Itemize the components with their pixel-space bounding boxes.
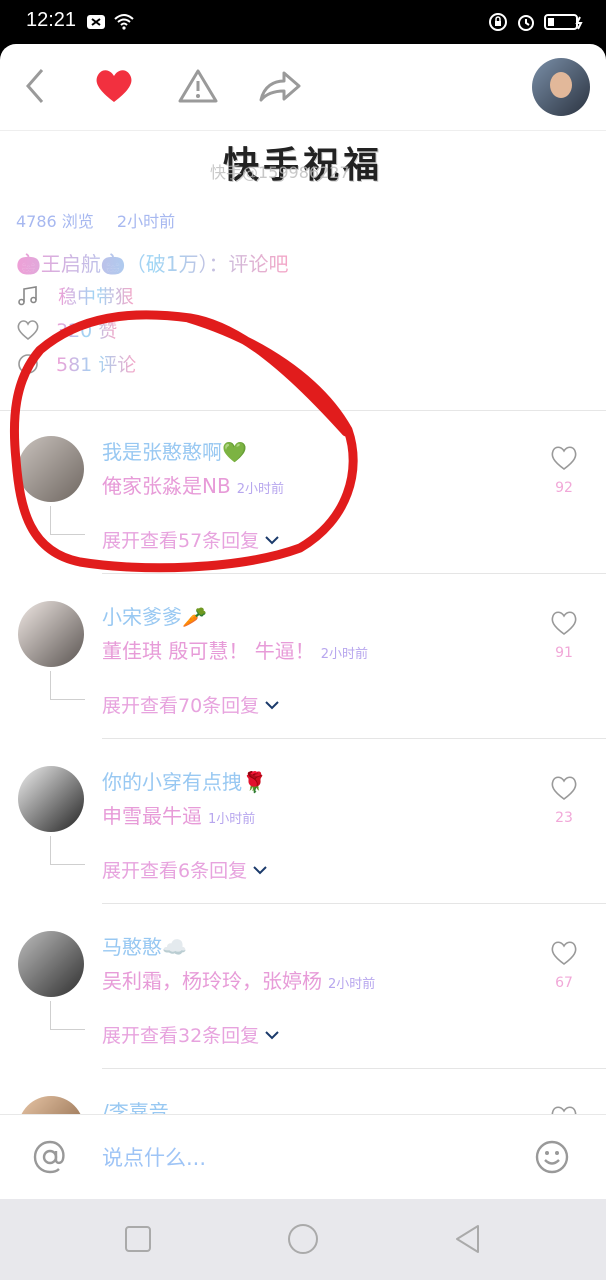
comment-input-bar: 说点什么... bbox=[0, 1114, 606, 1199]
chevron-down-icon bbox=[253, 865, 267, 874]
back-icon bbox=[26, 69, 44, 103]
expand-replies-label: 展开查看70条回复 bbox=[102, 695, 260, 717]
comment-text: 俺家张淼是NB 2小时前 bbox=[102, 470, 284, 499]
comments-count: 581 评论 bbox=[56, 350, 136, 377]
comment-text: 董佳琪 殷可慧！ 牛逼！ 2小时前 bbox=[102, 635, 368, 664]
system-nav-bar bbox=[0, 1199, 606, 1280]
music-title: 稳中带狠 bbox=[58, 282, 134, 309]
status-time: 12:21 bbox=[26, 9, 77, 31]
expand-replies-label: 展开查看32条回复 bbox=[102, 1025, 260, 1047]
commenter-name[interactable]: 小宋爹爹🥕 bbox=[102, 601, 207, 630]
heart-outline-icon bbox=[17, 319, 39, 340]
comment-like-count: 92 bbox=[555, 480, 573, 496]
comment-item[interactable]: 我是张憨憨啊💚 俺家张淼是NB 2小时前 展开查看57条回复 92 bbox=[0, 410, 606, 574]
author-avatar[interactable] bbox=[532, 58, 590, 116]
notification-icon bbox=[87, 15, 105, 29]
expand-replies-button[interactable]: 展开查看32条回复 bbox=[102, 1021, 281, 1048]
comment-time: 1小时前 bbox=[208, 812, 256, 827]
video-meta: 4786 浏览 2小时前 bbox=[16, 208, 193, 232]
expand-replies-label: 展开查看6条回复 bbox=[102, 860, 248, 882]
recents-square-icon[interactable] bbox=[122, 1223, 154, 1255]
comment-like-icon[interactable] bbox=[550, 609, 578, 637]
comment-body: 吴利霜，杨玲玲，张婷杨 bbox=[102, 969, 322, 993]
alarm-icon bbox=[518, 15, 534, 31]
commenter-name[interactable]: 你的小穿有点拽🌹 bbox=[102, 766, 267, 795]
thread-line bbox=[50, 506, 85, 535]
emoji-icon[interactable] bbox=[534, 1139, 570, 1175]
commenter-avatar[interactable] bbox=[18, 601, 84, 667]
expand-replies-label: 展开查看57条回复 bbox=[102, 530, 260, 552]
comment-item[interactable]: 小宋爹爹🥕 董佳琪 殷可慧！ 牛逼！ 2小时前 展开查看70条回复 91 bbox=[0, 575, 606, 739]
expand-replies-button[interactable]: 展开查看6条回复 bbox=[102, 856, 269, 883]
expand-replies-button[interactable]: 展开查看57条回复 bbox=[102, 526, 281, 553]
status-bar: 12:21 bbox=[0, 0, 606, 44]
author-line-text: 🎃王启航🎃（破1万）：评论吧 bbox=[16, 248, 289, 277]
commenter-avatar[interactable] bbox=[18, 766, 84, 832]
comment-time: 2小时前 bbox=[320, 647, 368, 662]
comment-time: 2小时前 bbox=[328, 977, 376, 992]
comment-time: 2小时前 bbox=[236, 482, 284, 497]
comment-bubble-icon bbox=[18, 353, 38, 374]
commenter-name[interactable]: 我是张憨憨啊💚 bbox=[102, 436, 247, 465]
comment-body: 申雪最牛逼 bbox=[102, 804, 202, 828]
comment-like-count: 67 bbox=[555, 975, 573, 991]
back-button[interactable] bbox=[14, 64, 58, 108]
music-line[interactable]: 稳中带狠 bbox=[16, 282, 134, 309]
thread-line bbox=[50, 1001, 85, 1030]
share-button[interactable] bbox=[258, 64, 302, 108]
commenter-avatar[interactable] bbox=[18, 931, 84, 997]
thread-line bbox=[50, 671, 85, 700]
comment-separator bbox=[102, 903, 606, 904]
likes-line: 320 赞 bbox=[16, 316, 117, 343]
comment-text: 申雪最牛逼 1小时前 bbox=[102, 800, 255, 829]
thread-line bbox=[50, 836, 85, 865]
comment-separator bbox=[102, 1068, 606, 1069]
comment-item[interactable]: 马憨憨☁️ 吴利霜，杨玲玲，张婷杨 2小时前 展开查看32条回复 67 bbox=[0, 905, 606, 1069]
comment-item[interactable]: 你的小穿有点拽🌹 申雪最牛逼 1小时前 展开查看6条回复 23 bbox=[0, 740, 606, 904]
comment-sheet: 快手祝福 快手@159986227 4786 浏览 2小时前 🎃王启航🎃（破1万… bbox=[0, 44, 606, 1199]
comment-like-count: 23 bbox=[555, 810, 573, 826]
commenter-name[interactable]: 马憨憨☁️ bbox=[102, 931, 187, 960]
comment-separator bbox=[102, 573, 606, 574]
comment-separator bbox=[102, 738, 606, 739]
share-arrow-icon bbox=[259, 71, 301, 102]
comment-like-icon[interactable] bbox=[550, 774, 578, 802]
comment-like-icon[interactable] bbox=[550, 444, 578, 472]
author-line: 🎃王启航🎃（破1万）：评论吧 bbox=[16, 248, 289, 277]
expand-replies-button[interactable]: 展开查看70条回复 bbox=[102, 691, 281, 718]
comment-input[interactable]: 说点什么... bbox=[102, 1142, 206, 1172]
chevron-down-icon bbox=[265, 1030, 279, 1039]
home-circle-icon[interactable] bbox=[287, 1223, 319, 1255]
heart-icon bbox=[96, 70, 132, 102]
chevron-down-icon bbox=[265, 700, 279, 709]
view-count: 4786 浏览 bbox=[16, 212, 94, 231]
top-toolbar bbox=[0, 44, 606, 131]
at-mention-icon[interactable] bbox=[32, 1139, 68, 1175]
comment-body: 俺家张淼是NB bbox=[102, 474, 231, 498]
status-icons-left bbox=[86, 12, 134, 32]
music-note-icon bbox=[18, 285, 37, 305]
comment-like-count: 91 bbox=[555, 645, 573, 661]
likes-count: 320 赞 bbox=[56, 316, 117, 343]
report-button[interactable] bbox=[176, 64, 220, 108]
comment-body: 董佳琪 殷可慧！ 牛逼！ bbox=[102, 639, 315, 663]
lock-icon bbox=[489, 13, 507, 31]
commenter-avatar[interactable] bbox=[18, 436, 84, 502]
comments-line: 581 评论 bbox=[16, 350, 136, 377]
wifi-icon bbox=[114, 14, 134, 30]
warning-icon bbox=[178, 69, 218, 103]
back-triangle-icon[interactable] bbox=[452, 1223, 484, 1255]
comment-text: 吴利霜，杨玲玲，张婷杨 2小时前 bbox=[102, 965, 375, 994]
chevron-down-icon bbox=[265, 535, 279, 544]
like-button[interactable] bbox=[92, 64, 136, 108]
post-time: 2小时前 bbox=[116, 212, 176, 231]
battery-icon bbox=[544, 14, 583, 30]
comment-like-icon[interactable] bbox=[550, 939, 578, 967]
caption-watermark: 快手@159986227 bbox=[210, 163, 350, 182]
status-icons-right bbox=[488, 12, 584, 32]
